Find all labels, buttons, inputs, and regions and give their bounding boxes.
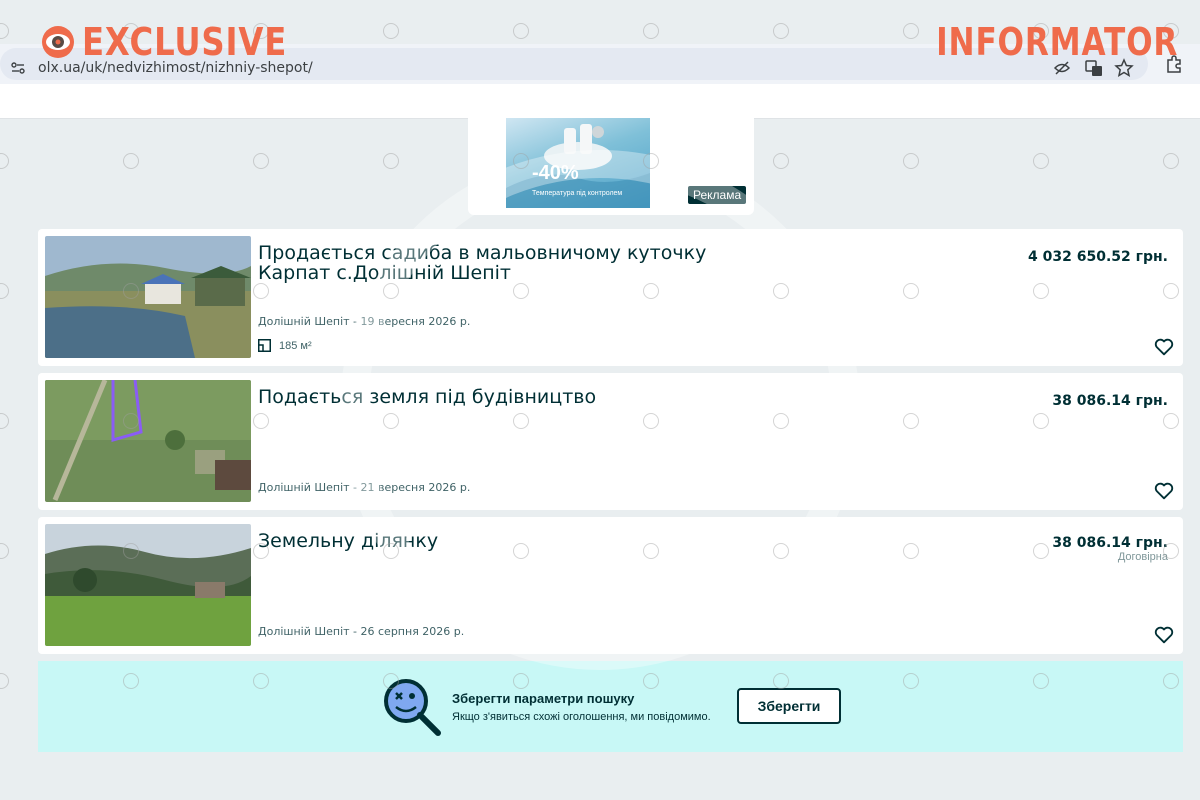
watermark-icon [773,23,789,39]
watermark-icon [513,673,529,689]
watermark-icon [383,673,399,689]
watermark-icon [253,413,269,429]
watermark-icon [253,673,269,689]
watermark-icon [0,283,9,299]
save-search-subtitle: Якщо з'явиться схожі оголошення, ми пові… [452,711,711,723]
watermark-icon [773,673,789,689]
listing-card[interactable]: Подається земля під будівництво 38 086.1… [38,373,1183,510]
watermark-icon [643,413,659,429]
listing-title[interactable]: Подається земля під будівництво [258,387,778,407]
watermark-icon [0,153,9,169]
watermark-icon [773,153,789,169]
advertisement[interactable]: -40% Температура під контролем Реклама [468,118,754,215]
watermark-icon [643,23,659,39]
watermark-icon [123,153,139,169]
listing-location-date: Долішній Шепіт - 19 вересня 2026 р. [258,315,471,328]
save-search-panel: Зберегти параметри пошуку Якщо з'явиться… [38,661,1183,752]
informator-logo: INFORMATOR [935,20,1178,64]
listing-price: 38 086.14 грн. [1052,535,1168,551]
watermark-icon [1033,283,1049,299]
watermark-icon [643,673,659,689]
watermark-icon [383,23,399,39]
favorite-heart-icon[interactable] [1153,336,1175,358]
listing-location-date: Долішній Шепіт - 26 серпня 2026 р. [258,625,465,638]
listing-card[interactable]: Продається садиба в мальовничому куточку… [38,229,1183,366]
eye-logo-icon [42,26,74,58]
listing-price: 4 032 650.52 грн. [1028,249,1168,265]
watermark-icon [513,23,529,39]
watermark-icon [903,673,919,689]
site-settings-icon[interactable] [10,60,26,76]
watermark-icon [773,413,789,429]
watermark-icon [1033,153,1049,169]
watermark-icon [1033,673,1049,689]
watermark-icon [123,543,139,559]
exclusive-logo: EXCLUSIVE [40,20,323,64]
watermark-icon [0,673,9,689]
ad-discount: -40% [532,162,579,184]
listing-location-date: Долішній Шепіт - 21 вересня 2026 р. [258,481,471,494]
watermark-icon [903,543,919,559]
listing-area-value: 185 м² [279,339,312,352]
watermark-icon [1163,673,1179,689]
watermark-icon [253,283,269,299]
watermark-icon [513,283,529,299]
watermark-icon [773,543,789,559]
watermark-icon [0,23,9,39]
watermark-icon [1163,283,1179,299]
listing-card[interactable]: Земельну ділянку 38 086.14 грн. Договірн… [38,517,1183,654]
watermark-icon [0,413,9,429]
watermark-icon [383,543,399,559]
watermark-icon [123,673,139,689]
listing-title[interactable]: Продається садиба в мальовничому куточку… [258,243,778,283]
floor-plan-icon [258,339,271,352]
listing-photo[interactable] [45,380,251,502]
watermark-icon [903,413,919,429]
site-header-strip [0,84,1200,119]
watermark-icon [383,283,399,299]
watermark-icon [123,413,139,429]
watermark-icon [643,543,659,559]
watermark-icon [643,283,659,299]
watermark-icon [513,543,529,559]
watermark-icon [643,153,659,169]
watermark-icon [1033,413,1049,429]
watermark-icon [0,543,9,559]
exclusive-text: EXCLUSIVE [82,20,288,64]
watermark-icon [1163,413,1179,429]
watermark-icon [1163,153,1179,169]
listing-area: 185 м² [258,339,312,352]
watermark-icon [253,543,269,559]
listing-price: 38 086.14 грн. [1052,393,1168,409]
watermark-icon [383,413,399,429]
negotiable-label: Договірна [1117,551,1168,563]
watermark-icon [513,153,529,169]
watermark-icon [123,283,139,299]
watermark-icon [1163,543,1179,559]
favorite-heart-icon[interactable] [1153,480,1175,502]
save-search-button[interactable]: Зберегти [737,688,841,724]
save-search-title: Зберегти параметри пошуку [452,691,635,706]
ad-caption: Температура під контролем [532,190,623,197]
watermark-icon [903,153,919,169]
watermark-icon [513,413,529,429]
listing-photo[interactable] [45,236,251,358]
watermark-icon [903,23,919,39]
watermark-icon [773,283,789,299]
favorite-heart-icon[interactable] [1153,624,1175,646]
ad-label-badge: Реклама [688,186,747,204]
listing-photo[interactable] [45,524,251,646]
watermark-icon [903,283,919,299]
watermark-icon [1033,543,1049,559]
watermark-icon [383,153,399,169]
watermark-icon [253,153,269,169]
